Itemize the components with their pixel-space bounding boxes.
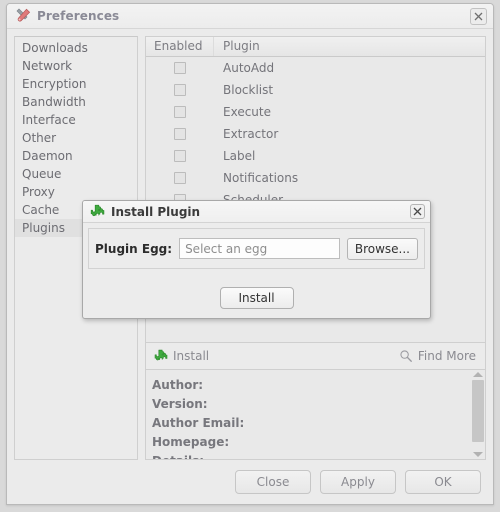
window-titlebar: Preferences xyxy=(7,4,493,29)
browse-button[interactable]: Browse... xyxy=(346,237,418,260)
scrollbar-track[interactable] xyxy=(472,377,484,452)
page-title: Preferences xyxy=(37,9,120,23)
apply-button[interactable]: Apply xyxy=(320,470,396,494)
enabled-cell xyxy=(146,62,214,74)
sidebar-item-bandwidth[interactable]: Bandwidth xyxy=(15,93,137,111)
sidebar-item-encryption[interactable]: Encryption xyxy=(15,75,137,93)
plugin-enabled-checkbox[interactable] xyxy=(174,150,186,162)
find-more-label: Find More xyxy=(417,349,476,363)
detail-label-version: Version: xyxy=(152,397,208,411)
plugin-egg-form: Plugin Egg: Browse... xyxy=(88,228,425,269)
sidebar-item-daemon[interactable]: Daemon xyxy=(15,147,137,165)
plugin-name: Extractor xyxy=(223,127,279,141)
detail-label-author: Author: xyxy=(152,378,204,392)
table-row[interactable]: Blocklist xyxy=(146,79,485,101)
column-header-enabled[interactable]: Enabled xyxy=(146,37,214,56)
plugin-enabled-checkbox[interactable] xyxy=(174,62,186,74)
install-plugin-label: Install xyxy=(173,349,210,363)
install-plugin-close-button[interactable] xyxy=(410,204,425,219)
install-confirm-button[interactable]: Install xyxy=(219,287,294,309)
plugin-name: AutoAdd xyxy=(223,61,275,75)
table-row[interactable]: Execute xyxy=(146,101,485,123)
install-plugin-title: Install Plugin xyxy=(111,204,201,219)
find-more-button[interactable]: Find More xyxy=(397,348,478,364)
table-header-row: Enabled Plugin xyxy=(146,37,485,57)
dialog-footer: Close Apply OK xyxy=(7,460,493,504)
install-plugin-button[interactable]: Install xyxy=(151,348,211,365)
plugin-egg-input[interactable] xyxy=(179,238,340,259)
plugin-enabled-checkbox[interactable] xyxy=(174,128,186,140)
plugin-enabled-checkbox[interactable] xyxy=(174,84,186,96)
table-row[interactable]: Label xyxy=(146,145,485,167)
sidebar-item-downloads[interactable]: Downloads xyxy=(15,39,137,57)
enabled-cell xyxy=(146,106,214,118)
plugin-egg-label: Plugin Egg: xyxy=(95,241,173,256)
plugin-enabled-checkbox[interactable] xyxy=(174,172,186,184)
enabled-cell xyxy=(146,84,214,96)
install-plugin-titlebar: Install Plugin xyxy=(83,201,430,223)
ok-button[interactable]: OK xyxy=(405,470,481,494)
install-plugin-dialog: Install Plugin Plugin Egg: Browse... Ins… xyxy=(82,200,431,319)
detail-scrollbar[interactable] xyxy=(471,370,485,459)
plugin-name: Notifications xyxy=(223,171,299,185)
sidebar-item-proxy[interactable]: Proxy xyxy=(15,183,137,201)
plugin-name: Execute xyxy=(223,105,271,119)
table-row[interactable]: AutoAdd xyxy=(146,57,485,79)
plugin-enabled-checkbox[interactable] xyxy=(174,106,186,118)
detail-label-details: Details: xyxy=(152,452,471,459)
sidebar-item-other[interactable]: Other xyxy=(15,129,137,147)
detail-label-homepage: Homepage: xyxy=(152,435,230,449)
puzzle-piece-icon xyxy=(90,204,105,216)
enabled-cell xyxy=(146,172,214,184)
tools-icon xyxy=(15,8,31,24)
puzzle-piece-icon xyxy=(154,349,168,360)
sidebar-item-network[interactable]: Network xyxy=(15,57,137,75)
window-close-button[interactable] xyxy=(470,8,487,25)
preferences-window: Preferences Downloads Network Encryption… xyxy=(6,3,494,505)
plugin-name: Label xyxy=(223,149,256,163)
plugin-detail-fields: Author: Version: Author Email: Homepage:… xyxy=(146,370,471,459)
plugin-detail-panel: Author: Version: Author Email: Homepage:… xyxy=(145,370,486,460)
magnifier-icon xyxy=(400,350,412,362)
close-button[interactable]: Close xyxy=(235,470,311,494)
enabled-cell xyxy=(146,150,214,162)
table-row[interactable]: Notifications xyxy=(146,167,485,189)
sidebar-item-interface[interactable]: Interface xyxy=(15,111,137,129)
triangle-down-icon[interactable] xyxy=(473,452,483,457)
close-icon xyxy=(474,12,483,21)
column-header-plugin[interactable]: Plugin xyxy=(214,37,485,56)
detail-label-author-email: Author Email: xyxy=(152,416,245,430)
close-icon xyxy=(413,207,422,216)
table-row[interactable]: Extractor xyxy=(146,123,485,145)
plugin-name: Blocklist xyxy=(223,83,274,97)
scrollbar-thumb[interactable] xyxy=(472,380,484,442)
plugin-toolbar: Install Find More xyxy=(145,343,486,370)
enabled-cell xyxy=(146,128,214,140)
sidebar-item-queue[interactable]: Queue xyxy=(15,165,137,183)
